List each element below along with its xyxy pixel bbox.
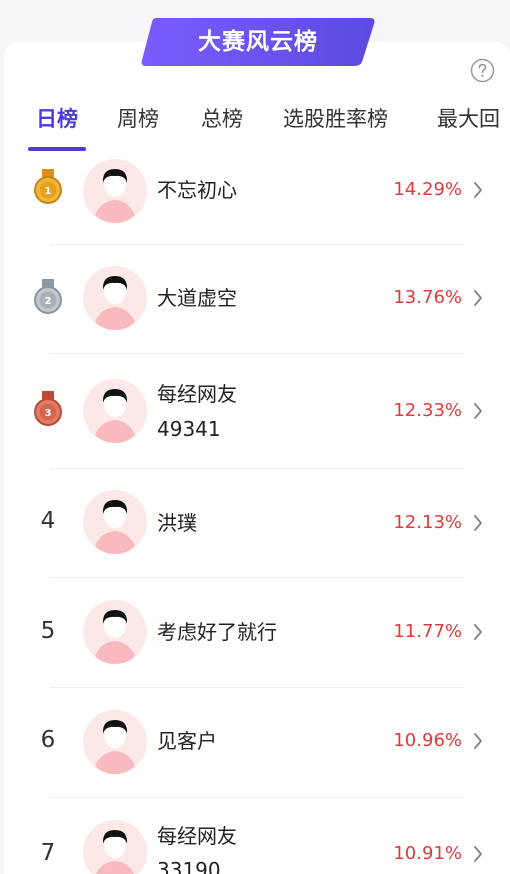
- rank-number: 4: [40, 508, 56, 534]
- medal-rank: 1: [45, 186, 52, 197]
- row-divider: [50, 244, 465, 245]
- leaderboard-row[interactable]: 1 不忘初心 14.29%: [0, 155, 510, 245]
- chevron-right-icon: [474, 624, 482, 640]
- chevron-right-icon: [474, 733, 482, 749]
- page-title: 大赛风云榜: [198, 29, 318, 55]
- silver-medal-icon: 2: [34, 279, 62, 314]
- row-divider: [50, 797, 465, 798]
- question-circle-icon: [470, 58, 495, 83]
- leaderboard-page: 大赛风云榜 日榜 周榜 总榜 选股胜率榜 最大回 1 不忘初心 14.29% 2…: [0, 0, 510, 874]
- leaderboard-row[interactable]: 2 大道虚空 13.76%: [0, 265, 510, 354]
- tab-max-drawdown[interactable]: 最大回: [437, 103, 500, 133]
- user-id: 49341: [157, 417, 221, 441]
- gold-medal-icon: 1: [34, 169, 62, 204]
- avatar: [83, 490, 147, 554]
- period-tabs: 日榜 周榜 总榜 选股胜率榜 最大回: [0, 95, 510, 151]
- medal-rank: 2: [45, 296, 52, 307]
- leaderboard-row[interactable]: 7 每经网友 33190 10.91%: [0, 818, 510, 874]
- help-button[interactable]: [470, 58, 495, 83]
- rank-number: 5: [40, 618, 56, 644]
- tab-win-rate[interactable]: 选股胜率榜: [283, 103, 388, 133]
- title-banner: 大赛风云榜: [138, 16, 378, 68]
- win-rate: 11.77%: [393, 621, 462, 642]
- win-rate: 10.96%: [393, 730, 462, 751]
- active-tab-indicator: [28, 147, 86, 151]
- chevron-right-icon: [474, 403, 482, 419]
- win-rate: 13.76%: [393, 287, 462, 308]
- leaderboard-row[interactable]: 4 洪璞 12.13%: [0, 490, 510, 578]
- leaderboard-row[interactable]: 3 每经网友 49341 12.33%: [0, 377, 510, 469]
- avatar: [83, 379, 147, 443]
- tab-overall[interactable]: 总榜: [201, 103, 243, 133]
- tab-daily[interactable]: 日榜: [36, 103, 78, 133]
- avatar: [83, 600, 147, 664]
- avatar: [83, 820, 147, 874]
- win-rate: 14.29%: [393, 179, 462, 200]
- win-rate: 10.91%: [393, 843, 462, 864]
- avatar: [83, 159, 147, 223]
- user-name: 大道虚空: [157, 286, 237, 310]
- user-name: 不忘初心: [157, 178, 237, 202]
- avatar: [83, 710, 147, 774]
- leaderboard-row[interactable]: 6 见客户 10.96%: [0, 710, 510, 798]
- row-divider: [50, 687, 465, 688]
- user-name: 每经网友: [157, 824, 237, 848]
- tab-weekly[interactable]: 周榜: [117, 103, 159, 133]
- row-divider: [50, 468, 465, 469]
- win-rate: 12.33%: [393, 400, 462, 421]
- row-divider: [50, 577, 465, 578]
- leaderboard-row[interactable]: 5 考虑好了就行 11.77%: [0, 600, 510, 688]
- rank-number: 7: [40, 840, 56, 866]
- row-divider: [50, 353, 465, 354]
- chevron-right-icon: [474, 515, 482, 531]
- user-name: 见客户: [157, 729, 217, 753]
- rank-number: 6: [40, 727, 56, 753]
- avatar: [83, 266, 147, 330]
- medal-rank: 3: [45, 408, 52, 419]
- chevron-right-icon: [474, 182, 482, 198]
- user-name: 洪璞: [157, 511, 197, 535]
- chevron-right-icon: [474, 290, 482, 306]
- win-rate: 12.13%: [393, 512, 462, 533]
- user-id: 33190: [157, 858, 221, 874]
- bronze-medal-icon: 3: [34, 391, 62, 426]
- user-name: 考虑好了就行: [157, 620, 277, 644]
- chevron-right-icon: [474, 846, 482, 862]
- user-name: 每经网友: [157, 382, 237, 406]
